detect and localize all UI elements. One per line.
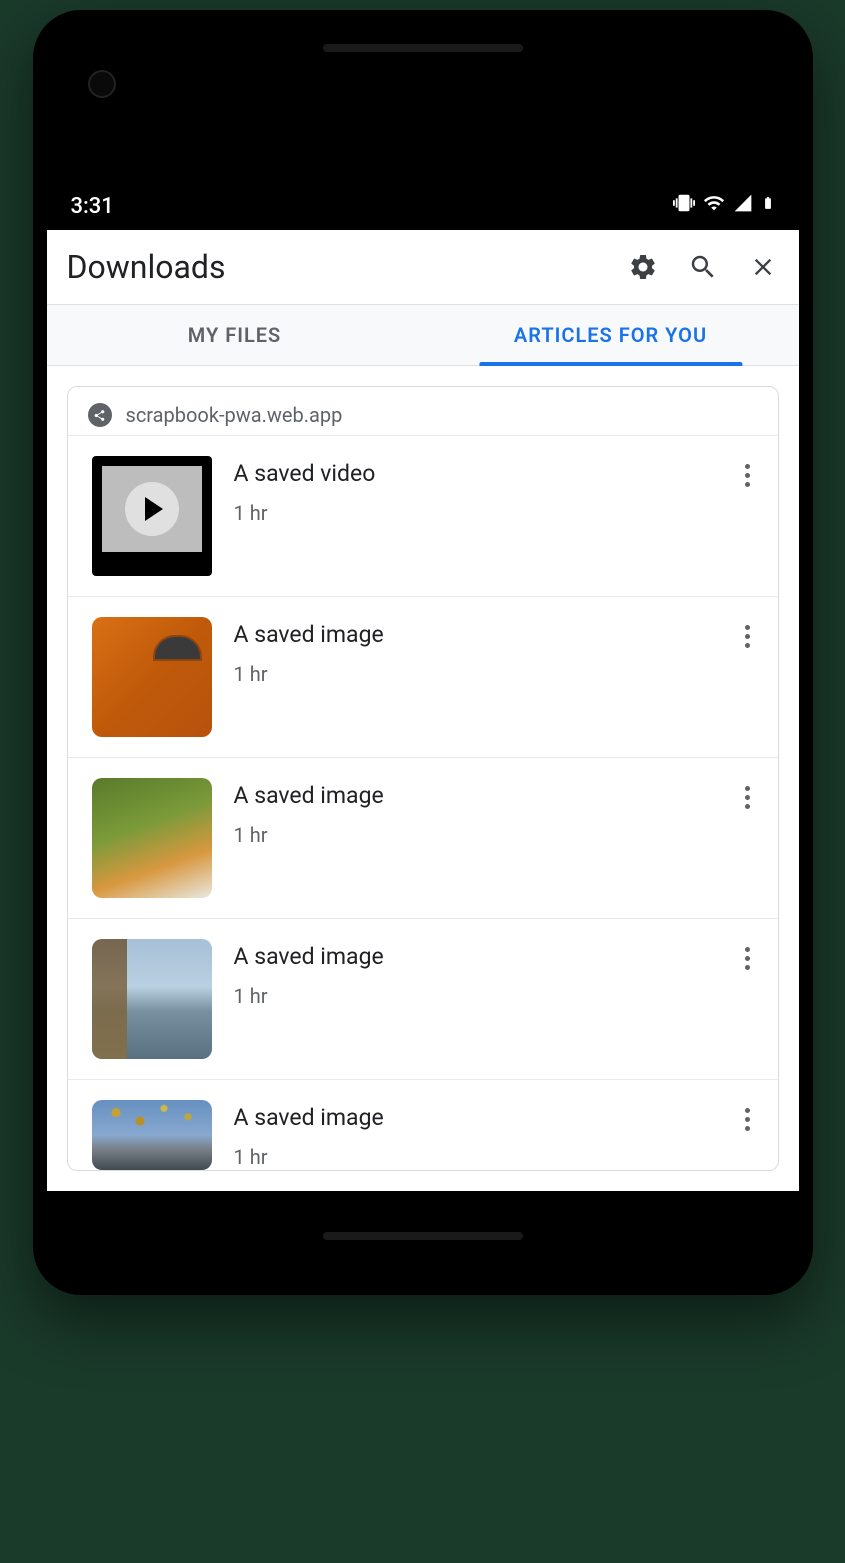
search-button[interactable]: [687, 251, 719, 283]
status-bar: 3:31: [47, 182, 799, 230]
item-time: 1 hr: [234, 984, 719, 1008]
list-item[interactable]: A saved image 1 hr: [68, 918, 778, 1079]
wifi-icon: [703, 192, 725, 220]
more-vert-icon: [745, 947, 750, 970]
settings-button[interactable]: [627, 251, 659, 283]
image-thumbnail: [92, 1100, 212, 1170]
more-vert-icon: [745, 464, 750, 487]
more-vert-icon: [745, 786, 750, 809]
list-item[interactable]: A saved image 1 hr: [68, 596, 778, 757]
battery-icon: [761, 192, 775, 220]
signal-icon: [733, 193, 753, 219]
share-badge-icon: [88, 403, 112, 427]
item-menu-button[interactable]: [741, 456, 754, 495]
tab-my-files[interactable]: MY FILES: [47, 305, 423, 365]
item-title: A saved video: [234, 460, 719, 487]
content-card: scrapbook-pwa.web.app A saved video 1 hr: [67, 386, 779, 1171]
list-item[interactable]: A saved video 1 hr: [68, 435, 778, 596]
item-menu-button[interactable]: [741, 1100, 754, 1139]
phone-frame: 3:31 Downloads: [33, 10, 813, 1295]
app-header: Downloads: [47, 230, 799, 305]
item-title: A saved image: [234, 943, 719, 970]
status-time: 3:31: [71, 194, 114, 219]
close-icon: [749, 253, 777, 281]
list-item[interactable]: A saved image 1 hr: [68, 1079, 778, 1170]
item-title: A saved image: [234, 782, 719, 809]
bottom-speaker: [323, 1232, 523, 1240]
top-speaker: [323, 44, 523, 52]
close-button[interactable]: [747, 251, 779, 283]
item-menu-button[interactable]: [741, 778, 754, 817]
source-label: scrapbook-pwa.web.app: [126, 403, 343, 427]
item-menu-button[interactable]: [741, 939, 754, 978]
tab-bar: MY FILES ARTICLES FOR YOU: [47, 305, 799, 366]
image-thumbnail: [92, 939, 212, 1059]
item-menu-button[interactable]: [741, 617, 754, 656]
page-title: Downloads: [67, 248, 226, 286]
item-time: 1 hr: [234, 823, 719, 847]
item-title: A saved image: [234, 621, 719, 648]
share-icon: [93, 409, 106, 422]
image-thumbnail: [92, 778, 212, 898]
more-vert-icon: [745, 1108, 750, 1131]
search-icon: [688, 252, 718, 282]
front-camera: [88, 70, 116, 98]
more-vert-icon: [745, 625, 750, 648]
item-time: 1 hr: [234, 1145, 719, 1169]
video-thumbnail: [92, 456, 212, 576]
gear-icon: [628, 252, 658, 282]
vibrate-icon: [673, 192, 695, 220]
item-time: 1 hr: [234, 662, 719, 686]
image-thumbnail: [92, 617, 212, 737]
list-item[interactable]: A saved image 1 hr: [68, 757, 778, 918]
item-time: 1 hr: [234, 501, 719, 525]
tab-articles-for-you[interactable]: ARTICLES FOR YOU: [423, 305, 799, 365]
item-title: A saved image: [234, 1104, 719, 1131]
play-icon: [125, 482, 179, 536]
